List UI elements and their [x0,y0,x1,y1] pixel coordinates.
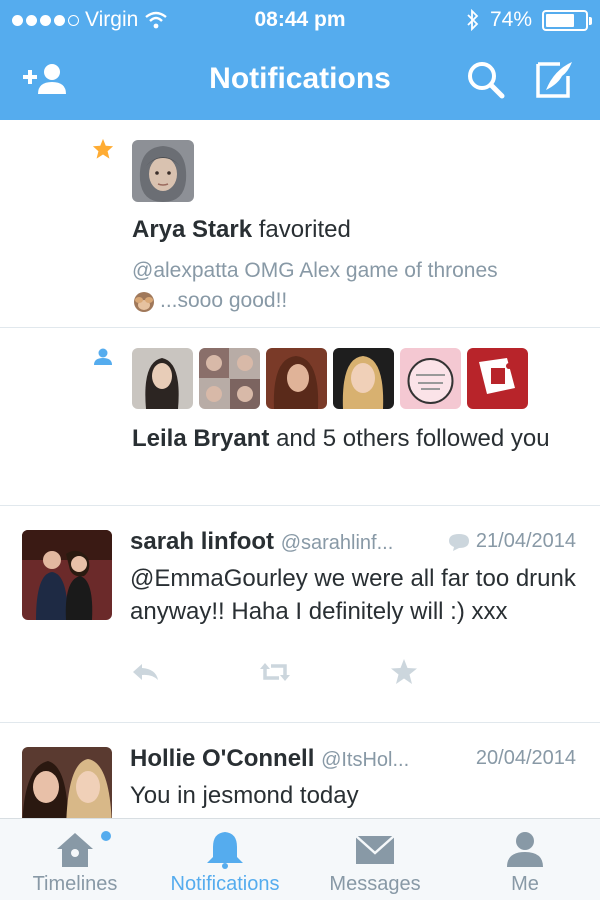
person-icon [507,832,543,867]
tab-label: Timelines [32,873,118,895]
bell-icon [207,832,243,869]
star-icon [92,138,114,159]
user-name[interactable]: Leila Bryant [132,425,269,452]
tweet-header: sarah linfoot @sarahlinf... 21/04/2014 [130,528,580,556]
tweet-date: 21/04/2014 [475,530,576,552]
tab-bar: Timelines Notifications Messages Me [0,818,600,900]
page-title: Notifications [209,62,391,95]
favorite-notification[interactable]: Arya Stark favorited @alexpatta OMG Alex… [0,120,600,328]
tweet-text: You in jesmond today [130,782,359,809]
follower-avatars [132,348,528,409]
action-text: and 5 others followed you [276,425,550,452]
avatar[interactable] [22,747,112,818]
tweet[interactable]: Hollie O'Connell @ItsHol... 20/04/2014 Y… [0,723,600,818]
quoted-tweet[interactable]: @alexpatta OMG Alex game of thrones ...s… [132,256,572,316]
tweet-author[interactable]: sarah linfoot [130,528,274,555]
follower-avatar[interactable] [333,348,394,409]
status-bar: Virgin 08:44 pm 74% [0,0,600,40]
tab-notifications[interactable]: Notifications [150,819,300,900]
follower-avatar[interactable] [199,348,260,409]
tab-label: Messages [329,873,421,895]
conversation-icon [448,533,469,551]
battery-percent: 74% [489,8,532,31]
quote-line-2: ...sooo good!! [160,289,288,312]
quote-line-1: @alexpatta OMG Alex game of thrones [132,259,498,282]
bluetooth-icon [467,9,479,31]
tab-timelines[interactable]: Timelines [0,819,150,900]
tweet-handle[interactable]: @ItsHol... [321,749,409,771]
avatar[interactable] [132,140,194,202]
follower-avatar[interactable] [467,348,528,409]
person-icon [94,348,112,365]
tweet-author[interactable]: Hollie O'Connell [130,745,314,772]
battery-icon [542,9,592,31]
tweet-date: 20/04/2014 [475,747,576,769]
see-no-evil-monkey-emoji [134,292,154,312]
tab-label: Notifications [170,873,280,895]
user-name[interactable]: Arya Stark [132,216,252,243]
home-icon [57,833,93,867]
avatar[interactable] [22,530,112,620]
notifications-feed[interactable]: Arya Stark favorited @alexpatta OMG Alex… [0,120,600,818]
star-icon[interactable] [388,658,420,686]
tweet[interactable]: sarah linfoot @sarahlinf... 21/04/2014 @… [0,506,600,723]
new-content-dot [101,831,111,841]
search-icon[interactable] [462,58,510,102]
tab-label: Me [511,873,539,895]
action-text: favorited [258,216,351,243]
tweet-actions [130,658,420,686]
retweet-icon[interactable] [259,658,291,686]
follow-text: Leila Bryant and 5 others followed you [132,422,572,456]
follow-notification[interactable]: Leila Bryant and 5 others followed you [0,328,600,506]
follower-avatar[interactable] [400,348,461,409]
follower-avatar[interactable] [132,348,193,409]
tweet-text: @EmmaGourley we were all far too drunk a… [130,565,576,625]
tweet-handle[interactable]: @sarahlinf... [281,532,394,554]
tweet-date-group: 21/04/2014 [448,530,576,553]
reply-icon[interactable] [130,658,162,686]
status-right: 74% [466,8,592,32]
tweet-header: Hollie O'Connell @ItsHol... 20/04/2014 [130,745,580,773]
favorite-line: Arya Stark favorited [132,216,351,244]
top-bar: Virgin 08:44 pm 74% Notifications [0,0,600,120]
envelope-icon [355,835,395,864]
nav-bar: Notifications [0,40,600,120]
compose-icon[interactable] [532,58,580,102]
tab-me[interactable]: Me [450,819,600,900]
tab-messages[interactable]: Messages [300,819,450,900]
follower-avatar[interactable] [266,348,327,409]
